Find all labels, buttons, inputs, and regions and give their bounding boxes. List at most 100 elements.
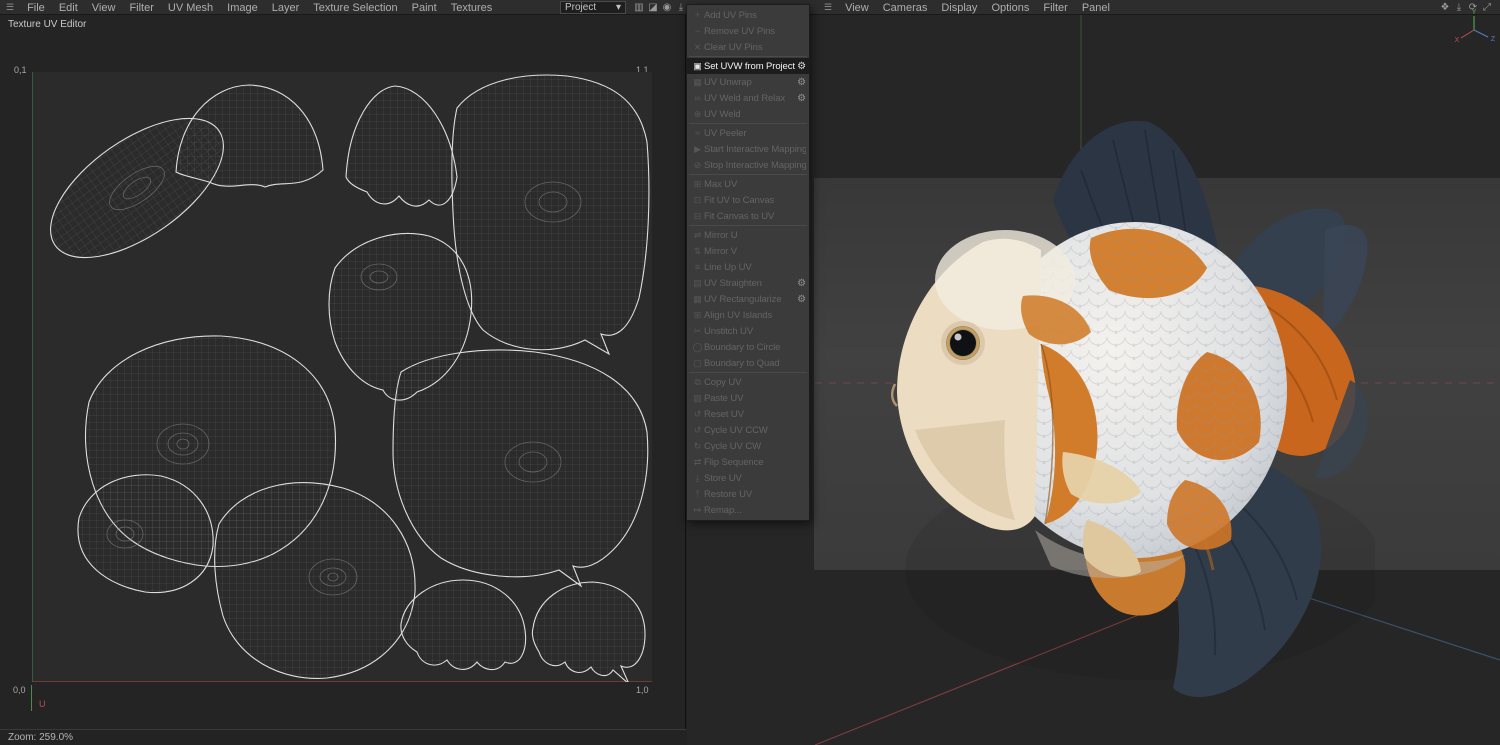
hamburger-icon[interactable]: ☰ — [818, 2, 838, 13]
menu-item-copy-uv[interactable]: ⧉ Copy UV — [687, 374, 809, 390]
menu-item-start-interactive-mapping[interactable]: ▶ Start Interactive Mapping — [687, 141, 809, 157]
mirror-u-icon: ⇌ — [693, 229, 702, 240]
pin-add-icon: + — [694, 10, 701, 20]
uv-island-fan2[interactable] — [345, 85, 458, 207]
menu-item-uv-weld[interactable]: ⊕ UV Weld — [687, 106, 809, 122]
menu-item-cycle-uv-cw[interactable]: ↻ Cycle UV CW — [687, 438, 809, 454]
gizmo-z-label: Z — [1491, 36, 1496, 43]
menu-paint[interactable]: Paint — [405, 2, 444, 14]
texture-uv-editor-panel: Texture UV Editor 0,1 1,1 0,0 1,0 U — [0, 15, 686, 729]
menu-uv-mesh[interactable]: UV Mesh — [161, 2, 220, 14]
store-icon: ⤓ — [695, 472, 700, 483]
menu-item-unstitch-uv[interactable]: ✂ Unstitch UV — [687, 323, 809, 339]
menu-view-3d[interactable]: View — [838, 2, 876, 14]
axis-gizmo[interactable]: Y X Z — [1452, 6, 1498, 46]
menu-separator — [689, 123, 807, 124]
menu-edit[interactable]: Edit — [52, 2, 85, 14]
uv-wireframe-svg — [33, 74, 650, 685]
gear-icon[interactable]: ⚙ — [797, 278, 806, 289]
menu-item-align-uv-islands[interactable]: ⊞ Align UV Islands — [687, 307, 809, 323]
menu-item-label: UV Weld and Relax — [704, 92, 786, 104]
menu-filter-3d[interactable]: Filter — [1036, 2, 1074, 14]
paste-icon: ▧ — [693, 392, 702, 403]
menu-item-fit-canvas-to-uv[interactable]: ⊟ Fit Canvas to UV — [687, 208, 809, 224]
menu-item-mirror-v[interactable]: ⇅ Mirror V — [687, 243, 809, 259]
eye-icon[interactable]: ◉ — [660, 2, 674, 13]
menu-item-label: Add UV Pins — [704, 9, 757, 21]
menu-item-cycle-uv-ccw[interactable]: ↺ Cycle UV CCW — [687, 422, 809, 438]
menu-texture-selection[interactable]: Texture Selection — [306, 2, 404, 14]
project-dropdown-value: Project — [565, 2, 597, 13]
menu-file[interactable]: File — [20, 2, 52, 14]
menu-item-clear-uv-pins[interactable]: ✕ Clear UV Pins — [687, 39, 809, 55]
uv-canvas[interactable] — [32, 72, 652, 685]
project-dropdown[interactable]: Project ▾ — [560, 1, 626, 14]
menu-item-flip-sequence[interactable]: ⇄ Flip Sequence — [687, 454, 809, 470]
menu-item-uv-rectangularize[interactable]: ▦ UV Rectangularize ⚙ — [687, 291, 809, 307]
gear-icon[interactable]: ⚙ — [797, 93, 806, 104]
menu-textures[interactable]: Textures — [444, 2, 500, 14]
menu-item-label: UV Unwrap — [704, 76, 752, 88]
menu-item-boundary-to-circle[interactable]: ◯ Boundary to Circle — [687, 339, 809, 355]
menu-item-label: Remove UV Pins — [704, 25, 775, 37]
menu-item-label: Paste UV — [704, 392, 744, 404]
menu-item-boundary-to-quad[interactable]: ▢ Boundary to Quad — [687, 355, 809, 371]
hamburger-icon[interactable]: ☰ — [0, 2, 20, 13]
menu-item-store-uv[interactable]: ⤓ Store UV — [687, 470, 809, 486]
menu-cameras[interactable]: Cameras — [876, 2, 935, 14]
menu-item-fit-uv-to-canvas[interactable]: ⊡ Fit UV to Canvas — [687, 192, 809, 208]
left-toolbar-icons: ▥ ◪ ◉ ⤓ — [632, 0, 688, 15]
menu-display[interactable]: Display — [934, 2, 984, 14]
menu-item-remap[interactable]: ↦ Remap... — [687, 502, 809, 518]
menu-item-max-uv[interactable]: ⊞ Max UV — [687, 176, 809, 192]
rectangularize-icon: ▦ — [693, 293, 702, 304]
uv-islands[interactable] — [33, 74, 650, 685]
menu-item-remove-uv-pins[interactable]: − Remove UV Pins — [687, 23, 809, 39]
menu-item-stop-interactive-mapping[interactable]: ⊘ Stop Interactive Mapping — [687, 157, 809, 173]
gear-icon[interactable]: ⚙ — [797, 77, 806, 88]
menu-image[interactable]: Image — [220, 2, 265, 14]
uv-island-scallop1[interactable] — [400, 579, 527, 671]
menu-layer[interactable]: Layer — [265, 2, 307, 14]
gizmo-x-label: X — [1455, 37, 1460, 44]
menu-item-label: Align UV Islands — [704, 309, 773, 321]
menu-item-label: Mirror U — [704, 229, 738, 241]
menu-options[interactable]: Options — [984, 2, 1036, 14]
menu-item-label: Flip Sequence — [704, 456, 764, 468]
lock-icon[interactable]: ◪ — [646, 2, 660, 13]
menu-item-label: Set UVW from Projection — [704, 60, 795, 72]
stats-icon[interactable]: ▥ — [632, 2, 646, 13]
uv-island-fan1[interactable] — [175, 84, 324, 188]
pan-icon[interactable]: ❖ — [1438, 2, 1452, 13]
rotate-cw-icon: ↻ — [693, 440, 702, 451]
menu-item-add-uv-pins[interactable]: + Add UV Pins — [687, 7, 809, 23]
menu-item-label: Cycle UV CW — [704, 440, 761, 452]
menu-separator — [689, 225, 807, 226]
uv-island-body-right-top[interactable] — [451, 74, 650, 356]
gear-icon[interactable]: ⚙ — [797, 61, 806, 72]
align-icon: ⊞ — [693, 309, 702, 320]
menu-item-label: Start Interactive Mapping — [704, 143, 806, 155]
menu-item-mirror-u[interactable]: ⇌ Mirror U — [687, 227, 809, 243]
menu-item-restore-uv[interactable]: ⤒ Restore UV — [687, 486, 809, 502]
mirror-v-icon: ⇅ — [693, 245, 702, 256]
rotate-ccw-icon: ↺ — [693, 424, 702, 435]
gear-icon[interactable]: ⚙ — [797, 294, 806, 305]
menu-item-set-uvw-from-projection[interactable]: ▣Set UVW from Projection⚙ — [687, 58, 809, 74]
unwrap-icon: ▦ — [693, 76, 702, 87]
menu-item-uv-unwrap[interactable]: ▦ UV Unwrap ⚙ — [687, 74, 809, 90]
uv-island-small-round[interactable] — [77, 474, 214, 594]
fish-mouth — [891, 383, 898, 407]
menu-item-uv-weld-and-relax[interactable]: ∞ UV Weld and Relax ⚙ — [687, 90, 809, 106]
menu-item-uv-straighten[interactable]: ▤ UV Straighten ⚙ — [687, 275, 809, 291]
menu-panel[interactable]: Panel — [1075, 2, 1117, 14]
menu-item-uv-peeler[interactable]: ≈ UV Peeler — [687, 125, 809, 141]
menu-item-label: Boundary to Quad — [704, 357, 780, 369]
menu-item-line-up-uv[interactable]: ≡ Line Up UV — [687, 259, 809, 275]
uv-island-scallop2[interactable] — [531, 581, 646, 685]
uv-island-bottom-blob[interactable] — [214, 482, 416, 679]
menu-filter[interactable]: Filter — [122, 2, 160, 14]
menu-view[interactable]: View — [85, 2, 123, 14]
menu-item-reset-uv[interactable]: ↺ Reset UV — [687, 406, 809, 422]
menu-item-paste-uv[interactable]: ▧ Paste UV — [687, 390, 809, 406]
